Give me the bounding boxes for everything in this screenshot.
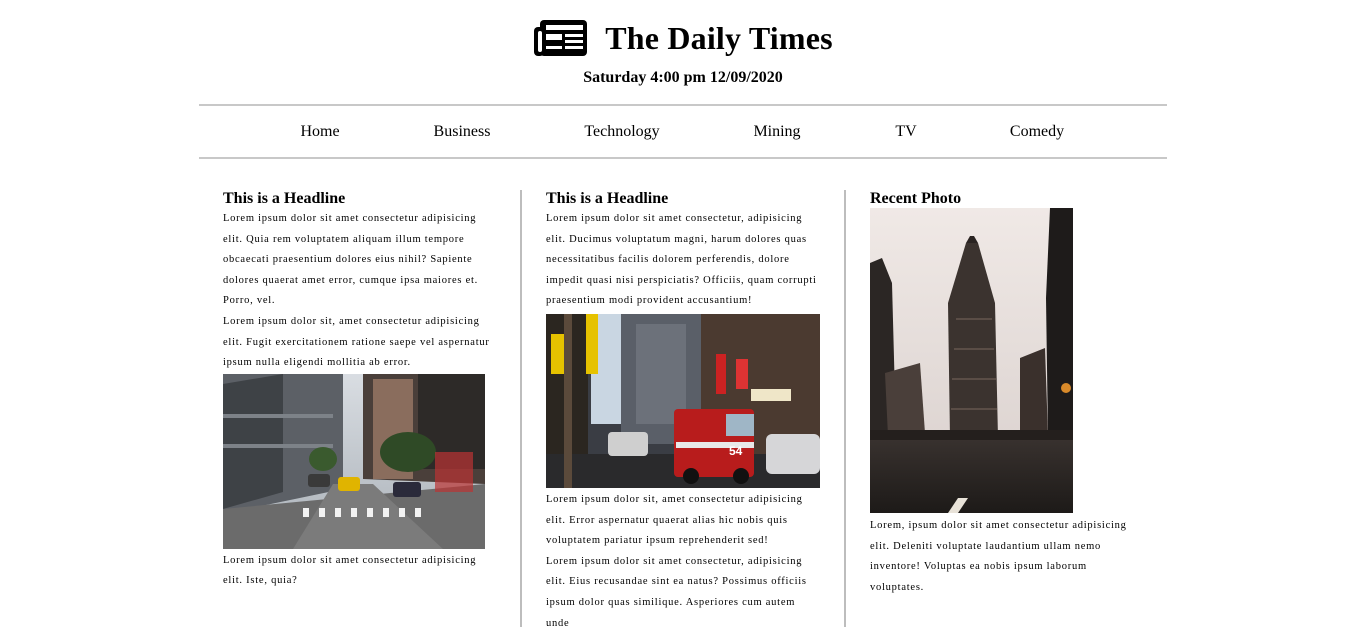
- recent-photo-column: Recent Photo Lorem, ipsum dolor sit amet…: [870, 189, 1138, 598]
- street-photo: [223, 373, 485, 549]
- newspaper-icon: [533, 18, 589, 58]
- article-headline: This is a Headline: [223, 190, 346, 207]
- masthead: The Daily Times: [0, 18, 1366, 63]
- brand: The Daily Times: [533, 18, 833, 58]
- article-paragraph: Lorem ipsum dolor sit amet consectetur, …: [546, 555, 807, 629]
- nav-link-comedy[interactable]: Comedy: [1010, 123, 1064, 141]
- main-nav: Home Business Technology Mining TV Comed…: [199, 104, 1167, 159]
- nav-link-mining[interactable]: Mining: [753, 123, 800, 141]
- article-paragraph: Lorem ipsum dolor sit, amet consectetur …: [223, 315, 490, 369]
- article-headline: This is a Headline: [546, 190, 669, 207]
- dateline: Saturday 4:00 pm 12/09/2020: [583, 69, 783, 86]
- article-paragraph: Lorem ipsum dolor sit amet consectetur, …: [546, 213, 817, 307]
- article-column-2: This is a Headline Lorem ipsum dolor sit…: [546, 189, 820, 634]
- article-paragraph: Lorem ipsum dolor sit amet consectetur a…: [223, 554, 477, 587]
- site-title: The Daily Times: [605, 19, 833, 56]
- flatiron-photo: [870, 208, 1073, 513]
- column-divider: [844, 190, 846, 627]
- nav-link-technology[interactable]: Technology: [584, 123, 659, 141]
- article-column-1: This is a Headline Lorem ipsum dolor sit…: [223, 189, 491, 592]
- column-divider: [520, 190, 522, 627]
- article-paragraph: Lorem ipsum dolor sit amet consectetur a…: [223, 213, 479, 307]
- article-paragraph: Lorem, ipsum dolor sit amet consectetur …: [870, 520, 1127, 593]
- article-paragraph: Lorem ipsum dolor sit, amet consectetur …: [546, 493, 803, 547]
- section-heading: Recent Photo: [870, 190, 962, 207]
- nav-link-tv[interactable]: TV: [895, 123, 916, 141]
- fire-truck-photo: 54: [546, 313, 820, 488]
- nav-link-home[interactable]: Home: [300, 123, 339, 141]
- nav-link-business[interactable]: Business: [434, 123, 491, 141]
- svg-text:54: 54: [729, 444, 743, 458]
